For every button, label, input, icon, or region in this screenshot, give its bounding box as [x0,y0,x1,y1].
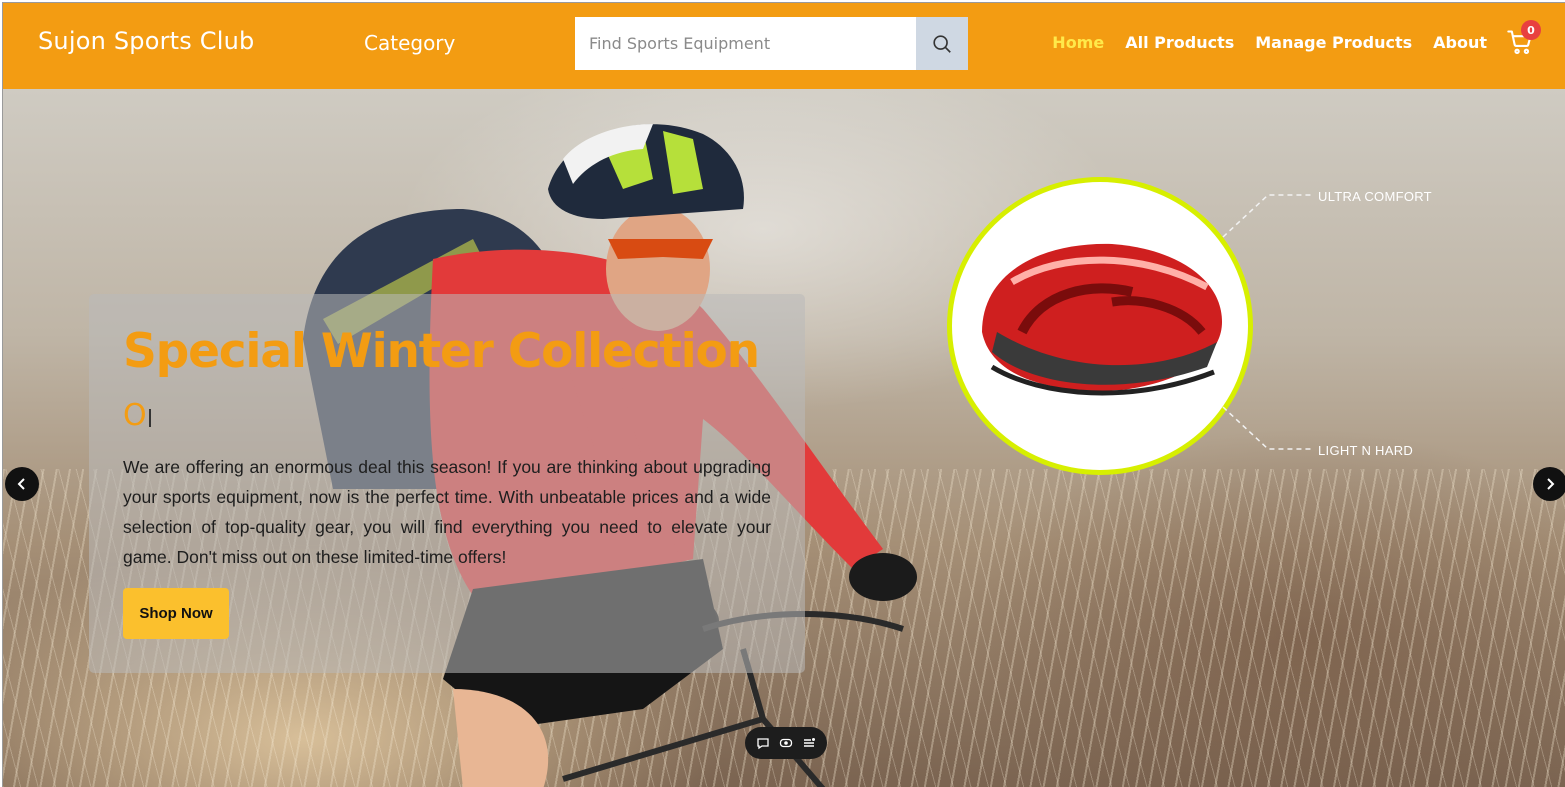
hero-slider: Special Winter Collection O We are offer… [3,89,1565,787]
cart-button[interactable]: 0 [1506,20,1541,58]
nav-link-manage-products[interactable]: Manage Products [1255,33,1412,52]
view-icon[interactable] [776,733,796,753]
nav-link-home[interactable]: Home [1052,33,1104,52]
main-nav: Home All Products Manage Products About [1052,33,1487,52]
cart-count-badge: 0 [1521,20,1541,40]
search-bar [575,17,968,70]
carousel-prev-button[interactable] [5,467,39,501]
carousel-next-button[interactable] [1533,467,1565,501]
text-caret [148,409,151,427]
helmet-product-image [947,177,1253,475]
shop-now-button[interactable]: Shop Now [123,588,229,639]
chevron-left-icon [17,478,25,490]
brand-logo-text[interactable]: Sujon Sports Club [38,27,254,55]
floating-toolbar [745,727,827,759]
page-frame: Sujon Sports Club Category Home All Prod… [2,2,1565,787]
search-input[interactable] [575,17,916,70]
menu-list-icon[interactable] [799,733,819,753]
promo-card: Special Winter Collection O We are offer… [89,294,805,673]
typed-letter: O [123,398,147,433]
hero-title: Special Winter Collection [123,324,760,379]
category-menu[interactable]: Category [364,31,455,55]
callout-ultra-comfort: ULTRA COMFORT [1318,189,1432,204]
typing-text: O [123,398,151,433]
hero-description: We are offering an enormous deal this se… [123,457,771,567]
search-icon [933,34,951,53]
chevron-right-icon [1547,478,1555,490]
comment-icon[interactable] [753,733,773,753]
search-button[interactable] [916,17,968,70]
callout-lines [1222,194,1313,450]
bike-helmet-icon [982,243,1222,396]
top-navbar: Sujon Sports Club Category Home All Prod… [3,3,1565,89]
nav-link-about[interactable]: About [1433,33,1487,52]
callout-light-n-hard: LIGHT N HARD [1318,443,1414,458]
nav-link-all-products[interactable]: All Products [1125,33,1234,52]
